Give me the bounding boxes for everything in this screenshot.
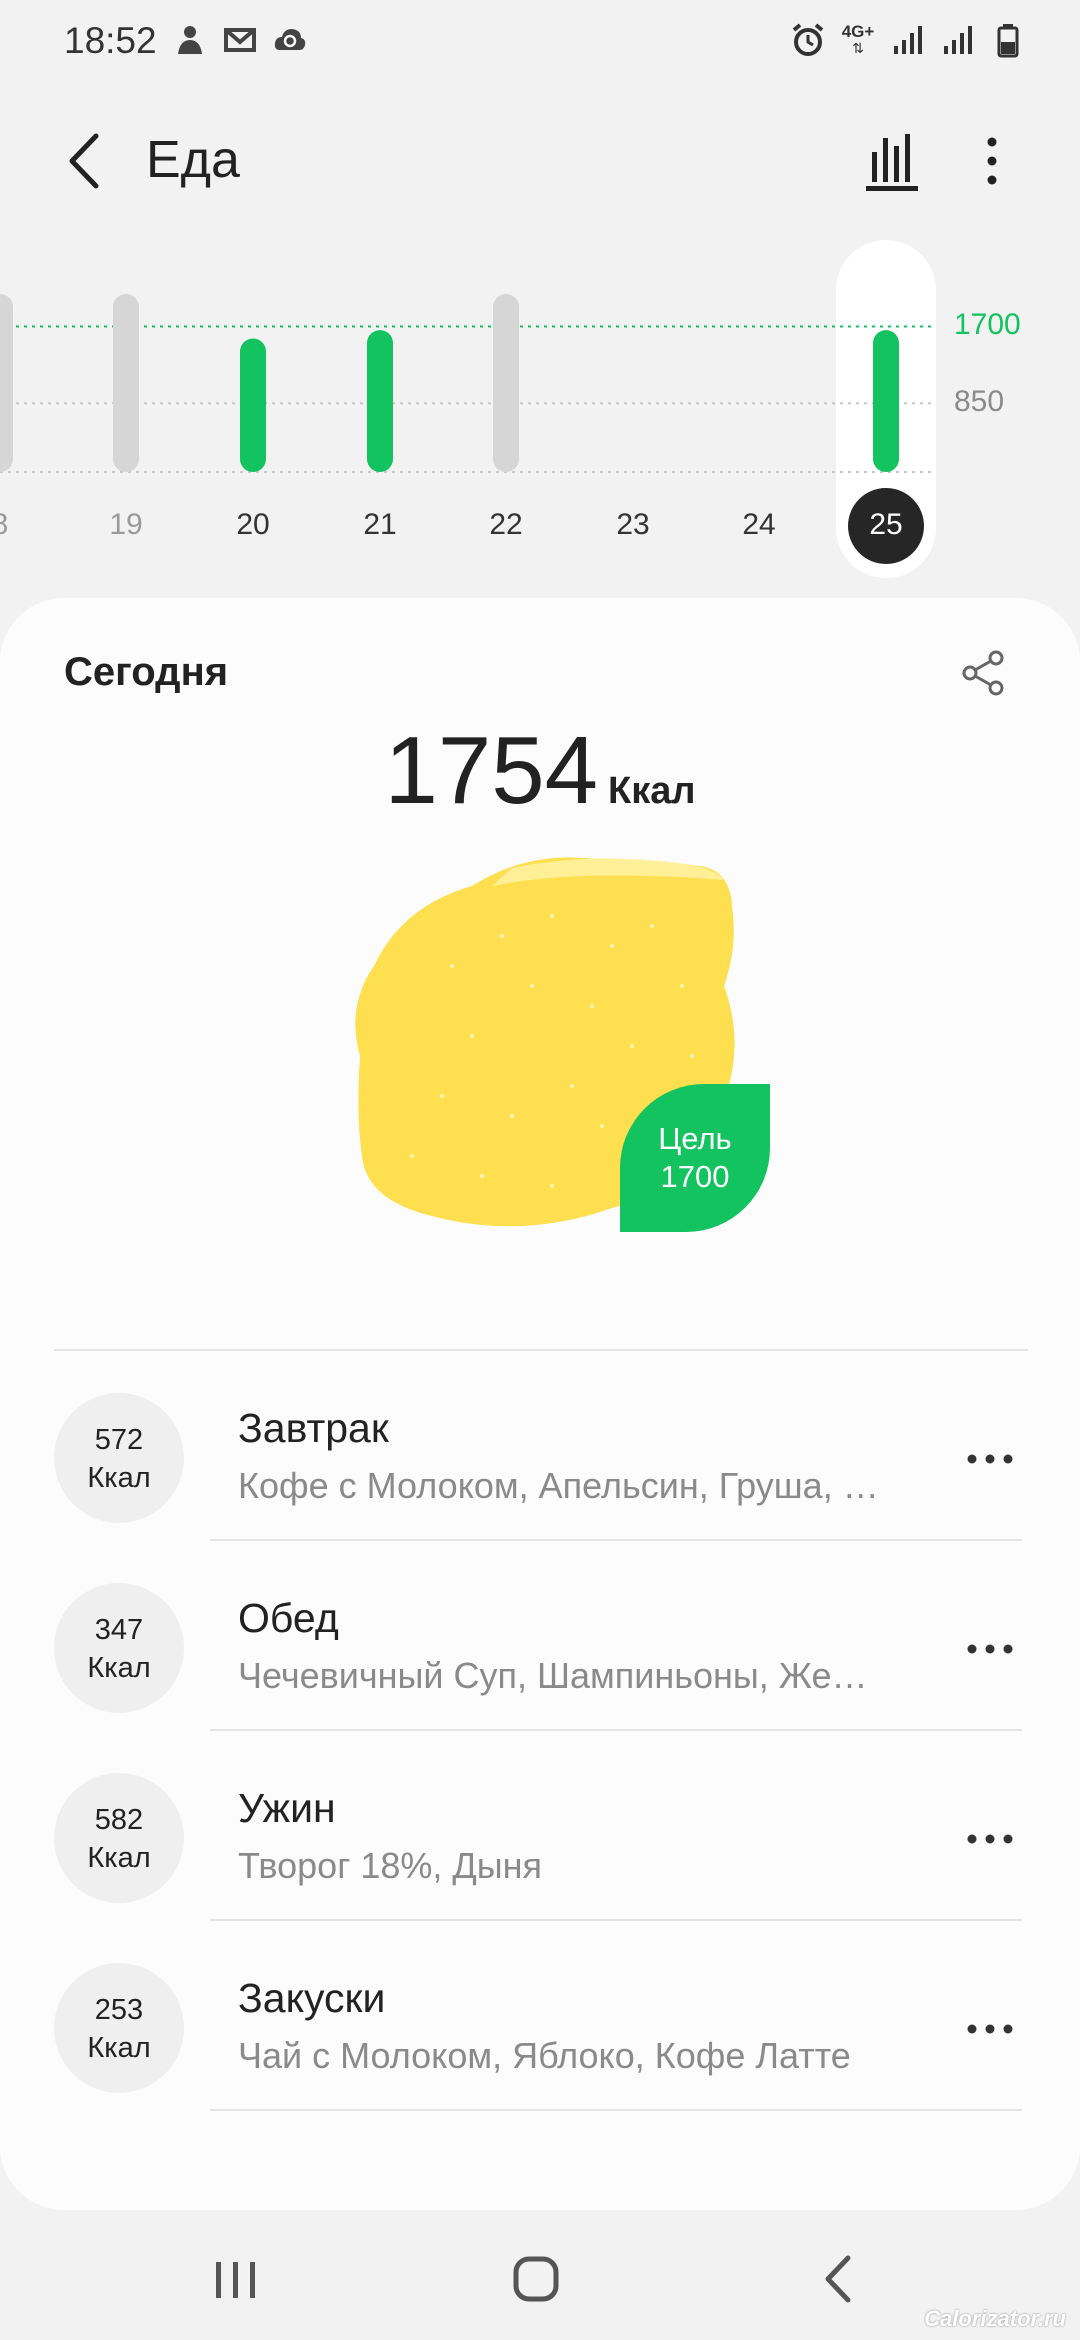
meal-calories-unit: Ккал <box>87 1462 151 1494</box>
meal-name: Ужин <box>238 1785 336 1831</box>
today-card: Сегодня 1754 Ккал Цель 1700 572 Ккал Завт… <box>0 598 1080 2210</box>
meal-calories-value: 572 <box>94 1424 144 1456</box>
network-4g-icon: 4G+ ⇅ <box>841 22 875 56</box>
meal-items: Чай с Молоком, Яблоко, Кофе Латте <box>238 2035 851 2076</box>
x-tick-label[interactable]: 24 <box>724 508 794 542</box>
share-icon[interactable] <box>958 648 1008 698</box>
chart-bar-22[interactable] <box>493 294 519 472</box>
meal-items: Чечевичный Суп, Шампиньоны, Же… <box>238 1655 868 1696</box>
home-icon[interactable] <box>496 2244 576 2314</box>
alarm-icon <box>792 23 824 56</box>
gmail-icon <box>224 28 256 52</box>
nav-back-icon[interactable] <box>800 2244 880 2314</box>
status-time: 18:52 <box>64 20 157 61</box>
cloud-sync-icon <box>274 29 306 50</box>
status-bar: 18:52 4G+ ⇅ <box>0 0 1080 84</box>
meal-row-dinner[interactable]: 582 Ккал Ужин Творог 18%, Дыня <box>0 1731 1080 1921</box>
x-tick-label[interactable]: 25 <box>851 508 921 542</box>
meal-calories-value: 582 <box>94 1804 144 1836</box>
meal-calories-unit: Ккал <box>87 1842 151 1874</box>
y-tick-label: 850 <box>954 385 1005 419</box>
chart-bar-25[interactable] <box>873 330 899 472</box>
total-calories-value: 1754 <box>384 717 599 824</box>
chart-bar-20[interactable] <box>240 338 266 473</box>
total-calories-unit: Ккал <box>608 770 696 812</box>
meal-row-breakfast[interactable]: 572 Ккал Завтрак Кофе с Молоком, Апельси… <box>0 1351 1080 1541</box>
status-system-icons: 4G+ ⇅ <box>790 22 1026 58</box>
meal-row-lunch[interactable]: 347 Ккал Обед Чечевичный Суп, Шампиньоны… <box>0 1541 1080 1731</box>
x-tick-label[interactable]: 8 <box>0 508 35 542</box>
more-horizontal-icon[interactable] <box>962 1621 1018 1677</box>
goal-label: Цель <box>658 1121 732 1156</box>
x-tick-label[interactable]: 20 <box>218 508 288 542</box>
recents-icon[interactable] <box>196 2244 276 2314</box>
x-tick-label[interactable]: 21 <box>345 508 415 542</box>
meal-name: Обед <box>238 1595 339 1641</box>
y-tick-label: 1700 <box>954 308 1021 342</box>
meal-divider <box>210 2109 1022 2111</box>
total-calories: 1754 Ккал <box>0 716 1080 826</box>
signal-icon <box>894 26 922 54</box>
back-arrow-icon[interactable] <box>56 126 116 196</box>
meal-calories-unit: Ккал <box>87 1652 151 1684</box>
status-notification-icons <box>172 22 308 58</box>
x-tick-label[interactable]: 23 <box>598 508 668 542</box>
x-tick-label[interactable]: 19 <box>91 508 161 542</box>
meal-calories-value: 253 <box>94 1994 144 2026</box>
meal-calories-badge: 582 Ккал <box>54 1773 184 1903</box>
meal-row-snacks[interactable]: 253 Ккал Закуски Чай с Молоком, Яблоко, … <box>0 1921 1080 2111</box>
meal-items: Кофе с Молоком, Апельсин, Груша, … <box>238 1465 879 1506</box>
meal-items: Творог 18%, Дыня <box>238 1845 543 1886</box>
meal-name: Завтрак <box>238 1405 389 1451</box>
daily-calories-chart: 1700 850 8 19 20 21 22 23 24 25 <box>0 240 1080 590</box>
chart-bar-18[interactable] <box>0 294 13 472</box>
bar-chart-icon[interactable] <box>862 128 928 194</box>
system-nav-bar: Calorizator.ru <box>0 2220 1080 2340</box>
page-title: Еда <box>146 131 240 189</box>
meal-calories-badge: 347 Ккал <box>54 1583 184 1713</box>
more-horizontal-icon[interactable] <box>962 1811 1018 1867</box>
meal-calories-badge: 253 Ккал <box>54 1963 184 2093</box>
goal-value: 1700 <box>660 1159 730 1194</box>
network-label: 4G+ <box>841 22 875 41</box>
chart-bar-21[interactable] <box>367 330 393 472</box>
meal-calories-badge: 572 Ккал <box>54 1393 184 1523</box>
chart-bar-19[interactable] <box>113 294 139 472</box>
app-bar: Еда <box>0 110 1080 210</box>
meal-name: Закуски <box>238 1975 386 2021</box>
x-tick-label[interactable]: 22 <box>471 508 541 542</box>
meal-calories-unit: Ккал <box>87 2032 151 2064</box>
card-title: Сегодня <box>64 650 229 694</box>
watermark: Calorizator.ru <box>924 2306 1066 2331</box>
meal-calories-value: 347 <box>94 1614 144 1646</box>
more-horizontal-icon[interactable] <box>962 2001 1018 2057</box>
more-vertical-icon[interactable] <box>970 128 1014 194</box>
more-horizontal-icon[interactable] <box>962 1431 1018 1487</box>
notification-person-icon <box>178 26 202 54</box>
battery-icon <box>997 24 1019 58</box>
signal-icon <box>944 26 972 54</box>
